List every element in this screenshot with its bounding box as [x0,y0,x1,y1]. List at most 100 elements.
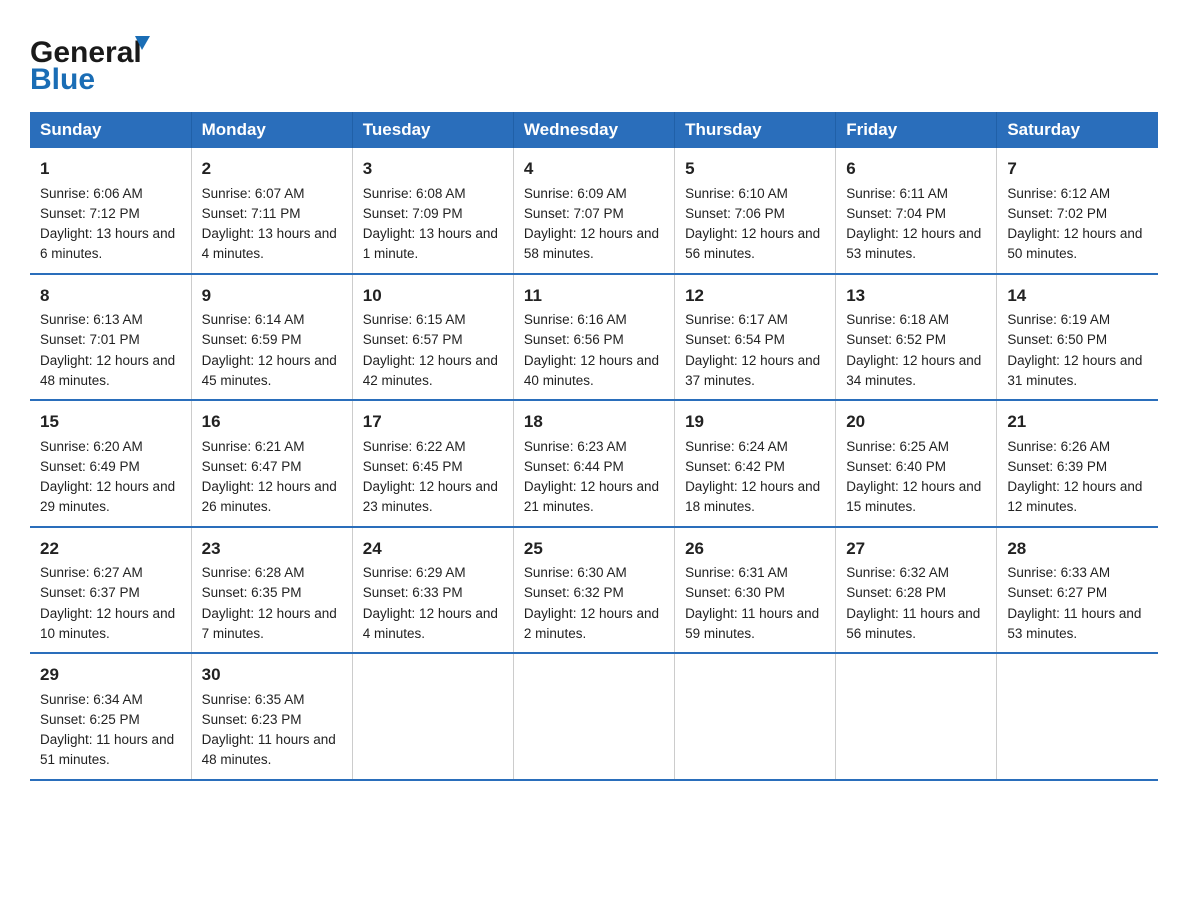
sunrise-label: Sunrise: 6:32 AM [846,565,949,580]
calendar-cell: 24Sunrise: 6:29 AMSunset: 6:33 PMDayligh… [352,527,513,654]
day-number: 17 [363,409,503,435]
daylight-label: Daylight: 12 hours and 4 minutes. [363,606,498,641]
sunset-label: Sunset: 6:40 PM [846,459,946,474]
calendar-cell: 29 Sunrise: 6:34 AM Sunset: 6:25 PM Dayligh… [30,653,191,780]
daylight-label: Daylight: 11 hours and 48 minutes. [202,732,336,767]
day-number: 1 [40,156,181,182]
sunset-label: Sunset: 6:59 PM [202,332,302,347]
header-thursday: Thursday [675,112,836,148]
sunrise-label: Sunrise: 6:12 AM [1007,186,1110,201]
sunrise-label: Sunrise: 6:14 AM [202,312,305,327]
day-number: 29 [40,662,181,688]
calendar-cell: 11Sunrise: 6:16 AMSunset: 6:56 PMDayligh… [513,274,674,401]
calendar-cell: 15Sunrise: 6:20 AMSunset: 6:49 PMDayligh… [30,400,191,527]
day-number: 10 [363,283,503,309]
calendar-cell: 10Sunrise: 6:15 AMSunset: 6:57 PMDayligh… [352,274,513,401]
sunrise-label: Sunrise: 6:18 AM [846,312,949,327]
sunset-label: Sunset: 6:35 PM [202,585,302,600]
day-number: 21 [1007,409,1148,435]
daylight-label: Daylight: 11 hours and 51 minutes. [40,732,174,767]
day-number: 18 [524,409,664,435]
calendar-week-1: 1Sunrise: 6:06 AMSunset: 7:12 PMDaylight… [30,148,1158,274]
sunset-label: Sunset: 6:32 PM [524,585,624,600]
calendar-week-3: 15Sunrise: 6:20 AMSunset: 6:49 PMDayligh… [30,400,1158,527]
daylight-label: Daylight: 12 hours and 42 minutes. [363,353,498,388]
day-number: 6 [846,156,986,182]
calendar-cell: 27Sunrise: 6:32 AMSunset: 6:28 PMDayligh… [836,527,997,654]
day-number: 13 [846,283,986,309]
calendar-cell: 30Sunrise: 6:35 AMSunset: 6:23 PMDayligh… [191,653,352,780]
sunset-label: Sunset: 6:39 PM [1007,459,1107,474]
daylight-label: Daylight: 13 hours and 1 minute. [363,226,498,261]
calendar-cell: 21Sunrise: 6:26 AMSunset: 6:39 PMDayligh… [997,400,1158,527]
header-wednesday: Wednesday [513,112,674,148]
logo: General Blue [30,24,150,94]
day-number: 30 [202,662,342,688]
calendar-cell [836,653,997,780]
sunrise-label: Sunrise: 6:31 AM [685,565,788,580]
daylight-label: Daylight: 11 hours and 56 minutes. [846,606,980,641]
daylight-label: Daylight: 13 hours and 6 minutes. [40,226,175,261]
calendar-cell: 19Sunrise: 6:24 AMSunset: 6:42 PMDayligh… [675,400,836,527]
sunrise-label: Sunrise: 6:22 AM [363,439,466,454]
calendar-week-5: 29 Sunrise: 6:34 AM Sunset: 6:25 PM Dayligh… [30,653,1158,780]
daylight-label: Daylight: 12 hours and 21 minutes. [524,479,659,514]
day-number: 26 [685,536,825,562]
daylight-label: Daylight: 12 hours and 56 minutes. [685,226,820,261]
sunset-label: Sunset: 7:12 PM [40,206,140,221]
sunrise-label: Sunrise: 6:09 AM [524,186,627,201]
sunset-label: Sunset: 6:45 PM [363,459,463,474]
calendar-table: SundayMondayTuesdayWednesdayThursdayFrid… [30,112,1158,781]
header-friday: Friday [836,112,997,148]
calendar-cell: 23Sunrise: 6:28 AMSunset: 6:35 PMDayligh… [191,527,352,654]
sunrise-label: Sunrise: 6:07 AM [202,186,305,201]
calendar-cell: 26Sunrise: 6:31 AMSunset: 6:30 PMDayligh… [675,527,836,654]
day-number: 15 [40,409,181,435]
daylight-label: Daylight: 12 hours and 50 minutes. [1007,226,1142,261]
day-number: 2 [202,156,342,182]
sunset-label: Sunset: 7:04 PM [846,206,946,221]
day-number: 4 [524,156,664,182]
day-number: 23 [202,536,342,562]
day-number: 19 [685,409,825,435]
sunrise-label: Sunrise: 6:11 AM [846,186,948,201]
sunrise-label: Sunrise: 6:34 AM [40,692,143,707]
calendar-cell: 14Sunrise: 6:19 AMSunset: 6:50 PMDayligh… [997,274,1158,401]
daylight-label: Daylight: 12 hours and 15 minutes. [846,479,981,514]
sunset-label: Sunset: 6:57 PM [363,332,463,347]
logo-icon: General Blue [30,24,150,94]
daylight-label: Daylight: 12 hours and 2 minutes. [524,606,659,641]
sunset-label: Sunset: 6:25 PM [40,712,140,727]
sunrise-label: Sunrise: 6:10 AM [685,186,788,201]
header-monday: Monday [191,112,352,148]
daylight-label: Daylight: 11 hours and 53 minutes. [1007,606,1141,641]
daylight-label: Daylight: 12 hours and 29 minutes. [40,479,175,514]
calendar-cell: 8Sunrise: 6:13 AMSunset: 7:01 PMDaylight… [30,274,191,401]
sunset-label: Sunset: 7:02 PM [1007,206,1107,221]
sunset-label: Sunset: 7:11 PM [202,206,301,221]
sunset-label: Sunset: 6:54 PM [685,332,785,347]
calendar-cell: 1Sunrise: 6:06 AMSunset: 7:12 PMDaylight… [30,148,191,274]
calendar-week-2: 8Sunrise: 6:13 AMSunset: 7:01 PMDaylight… [30,274,1158,401]
daylight-label: Daylight: 12 hours and 34 minutes. [846,353,981,388]
sunrise-label: Sunrise: 6:27 AM [40,565,143,580]
sunset-label: Sunset: 6:44 PM [524,459,624,474]
sunrise-label: Sunrise: 6:29 AM [363,565,466,580]
sunrise-label: Sunrise: 6:30 AM [524,565,627,580]
daylight-label: Daylight: 12 hours and 18 minutes. [685,479,820,514]
sunrise-label: Sunrise: 6:16 AM [524,312,627,327]
calendar-cell: 20Sunrise: 6:25 AMSunset: 6:40 PMDayligh… [836,400,997,527]
sunset-label: Sunset: 6:27 PM [1007,585,1107,600]
day-number: 11 [524,283,664,309]
day-number: 22 [40,536,181,562]
sunrise-label: Sunrise: 6:24 AM [685,439,788,454]
calendar-cell: 13Sunrise: 6:18 AMSunset: 6:52 PMDayligh… [836,274,997,401]
calendar-cell: 9Sunrise: 6:14 AMSunset: 6:59 PMDaylight… [191,274,352,401]
calendar-cell: 5Sunrise: 6:10 AMSunset: 7:06 PMDaylight… [675,148,836,274]
daylight-label: Daylight: 12 hours and 37 minutes. [685,353,820,388]
daylight-label: Daylight: 12 hours and 7 minutes. [202,606,337,641]
day-number: 9 [202,283,342,309]
day-number: 12 [685,283,825,309]
sunrise-label: Sunrise: 6:26 AM [1007,439,1110,454]
sunrise-label: Sunrise: 6:19 AM [1007,312,1110,327]
